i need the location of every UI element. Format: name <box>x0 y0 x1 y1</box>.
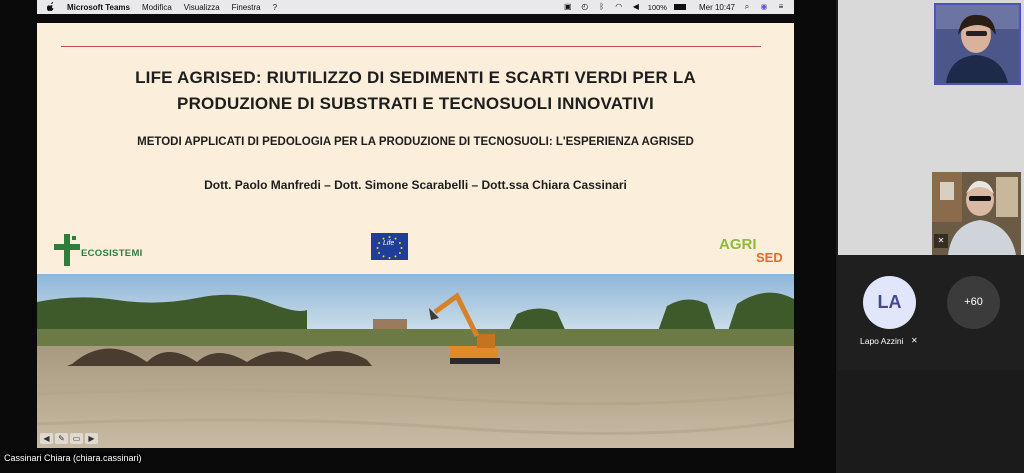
menu-extra-icon[interactable]: ≡ <box>776 3 786 11</box>
volume-icon[interactable]: ◀ <box>631 3 641 11</box>
eu-life-logo-text: Life <box>383 240 395 247</box>
shared-slide: LIFE AGRISED: RIUTILIZZO DI SEDIMENTI E … <box>37 23 794 448</box>
mac-menubar: Microsoft Teams Modifica Visualizza Fine… <box>37 0 794 14</box>
slide-title-line2: PRODUZIONE DI SUBSTRATI E TECNOSUOLI INN… <box>177 94 654 113</box>
slide-title-line1: LIFE AGRISED: RIUTILIZZO DI SEDIMENTI E … <box>135 68 696 87</box>
slides-grid-icon[interactable]: ▭ <box>70 433 83 444</box>
menu-help[interactable]: ? <box>273 3 277 12</box>
slide-authors: Dott. Paolo Manfredi – Dott. Simone Scar… <box>204 178 627 192</box>
slide-accent-line <box>61 46 761 47</box>
wifi-icon[interactable]: ◠ <box>614 3 624 11</box>
search-icon[interactable]: ⌕ <box>742 3 752 11</box>
menu-visualizza[interactable]: Visualizza <box>184 3 220 12</box>
participant-video-active-speaker[interactable] <box>934 3 1021 85</box>
menubar-clock[interactable]: Mer 10:47 <box>699 3 735 12</box>
mic-muted-icon: ✕ <box>934 234 948 248</box>
agrised-logo-agri: AGRI <box>719 236 757 253</box>
battery-percent: 100% <box>647 2 667 12</box>
person-video-icon <box>936 5 1019 83</box>
menu-modifica[interactable]: Modifica <box>142 3 172 12</box>
presenter-name-label: Cassinari Chiara (chiara.cassinari) <box>2 452 144 464</box>
next-slide-icon[interactable]: ▶ <box>85 433 98 444</box>
previous-slide-icon[interactable]: ◀ <box>40 433 53 444</box>
avatar[interactable]: LA <box>863 276 916 329</box>
menu-app-name[interactable]: Microsoft Teams <box>67 3 130 12</box>
apple-icon[interactable] <box>45 1 57 13</box>
bluetooth-icon[interactable]: ᛒ <box>597 3 607 11</box>
more-participants-button[interactable]: +60 <box>947 276 1000 329</box>
menu-finestra[interactable]: Finestra <box>232 3 261 12</box>
screen-share-icon[interactable]: ▣ <box>563 3 573 11</box>
pen-tool-icon[interactable]: ✎ <box>55 433 68 444</box>
mic-muted-icon: ✕ <box>911 336 918 345</box>
time-machine-icon[interactable]: ◴ <box>580 3 590 11</box>
ecosistemi-logo-text: ECOSISTEMI <box>81 248 143 259</box>
agrised-logo-sed: SED <box>756 250 783 265</box>
slide-nav-controls: ◀ ✎ ▭ ▶ <box>40 433 98 444</box>
slide-subtitle: METODI APPLICATI DI PEDOLOGIA PER LA PRO… <box>137 136 694 148</box>
field-excavator-photo <box>37 274 794 448</box>
participant-video-2[interactable]: ✕ <box>932 172 1021 255</box>
participant-name: Lapo Azzini <box>860 336 904 346</box>
siri-icon[interactable]: ◉ <box>759 3 769 11</box>
battery-icon[interactable] <box>673 4 686 10</box>
